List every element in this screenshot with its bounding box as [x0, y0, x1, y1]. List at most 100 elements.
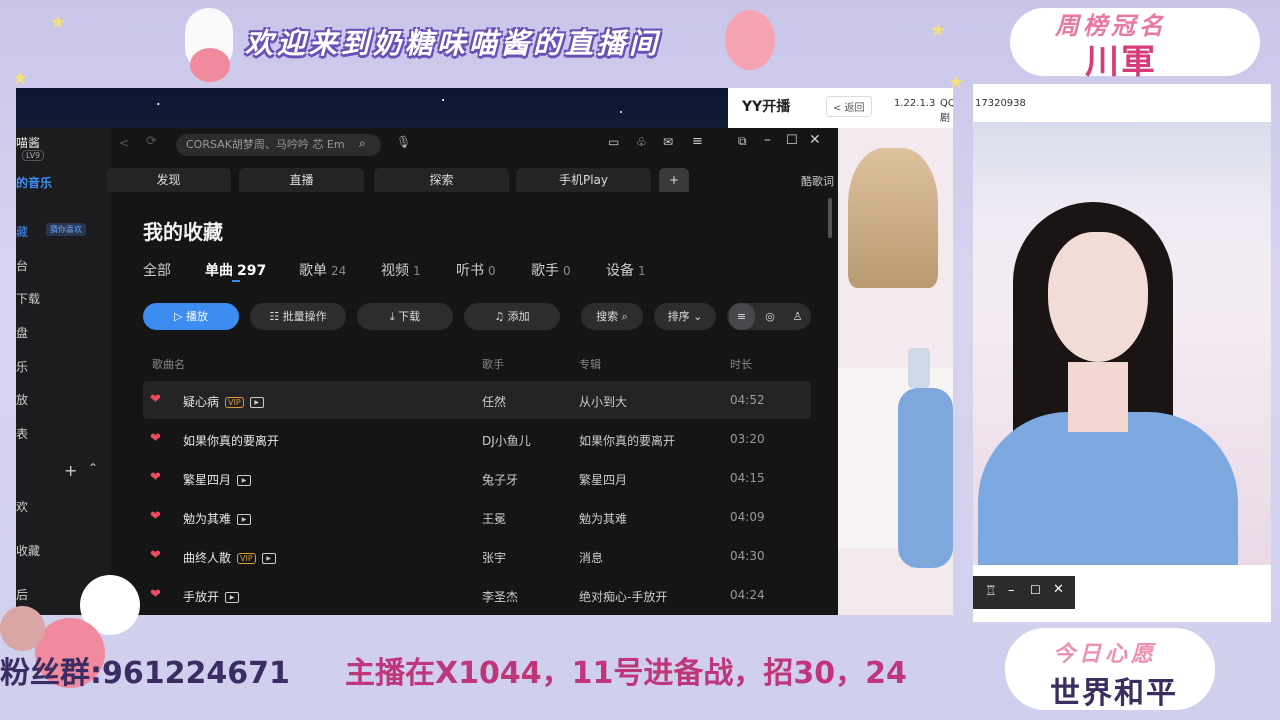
maximize-icon[interactable]: ☐ — [1030, 583, 1041, 597]
artist-view-icon[interactable]: ♙ — [786, 303, 810, 330]
voice-search-icon[interactable]: 🎙 — [396, 135, 411, 149]
batch-operation-button[interactable]: ☷ 批量操作 — [250, 303, 346, 330]
heart-icon[interactable]: ❤ — [150, 470, 161, 485]
play-all-button[interactable]: ▷ 播放 — [143, 303, 239, 330]
sidebar-item[interactable]: 台 — [16, 257, 28, 274]
minimize-icon[interactable]: – — [1008, 583, 1015, 598]
sidebar-my-music[interactable]: 的音乐 — [16, 174, 52, 191]
tab-phone-play[interactable]: 手机Play — [516, 168, 651, 192]
song-artist[interactable]: 兔子牙 — [482, 471, 518, 488]
sidebar-item[interactable]: 下载 — [16, 290, 40, 307]
subtab-songs[interactable]: 单曲 297 — [205, 260, 266, 280]
search-icon[interactable]: ⌕ — [359, 136, 366, 151]
scrollbar[interactable] — [828, 198, 832, 238]
daily-wish-label: 今日心愿 — [1053, 641, 1158, 667]
heart-icon[interactable]: ❤ — [150, 509, 161, 524]
mini-mode-icon[interactable]: ⧉ — [738, 134, 747, 149]
column-album[interactable]: 专辑 — [579, 356, 601, 372]
heart-icon[interactable]: ❤ — [150, 392, 161, 407]
column-duration[interactable]: 时长 — [730, 356, 752, 372]
refresh-icon[interactable]: ⟳ — [146, 134, 157, 149]
yy-preview — [838, 128, 953, 615]
yy-back-button[interactable]: < 返回 — [826, 96, 872, 117]
table-row[interactable]: ❤ 曲终人散 VIP ▶ 张宇 消息 04:30 — [143, 537, 811, 575]
subtab-devices[interactable]: 设备 1 — [606, 260, 646, 280]
add-playlist-icon[interactable]: + — [64, 461, 77, 480]
mail-icon[interactable]: ✉ — [663, 135, 673, 149]
mv-icon[interactable]: ▶ — [237, 514, 252, 525]
subtab-videos[interactable]: 视频 1 — [381, 260, 421, 280]
add-tab-icon[interactable]: + — [659, 168, 689, 192]
strawberry-decoration — [725, 10, 775, 70]
heart-icon[interactable]: ❤ — [150, 587, 161, 602]
play-icon: ▷ — [174, 310, 186, 323]
list-check-icon: ☷ — [269, 310, 283, 323]
sidebar-item[interactable]: 欢 — [16, 498, 28, 515]
table-row[interactable]: ❤ 如果你真的要离开 DJ小鱼儿 如果你真的要离开 03:20 — [143, 420, 811, 458]
menu-icon[interactable]: ≡ — [692, 134, 703, 149]
column-title[interactable]: 歌曲名 — [152, 356, 185, 372]
table-row[interactable]: ❤ 繁星四月 ▶ 兔子牙 繁星四月 04:15 — [143, 459, 811, 497]
yy-version: 1.22.1.3 — [894, 98, 936, 109]
sidebar-recommend-badge[interactable]: 猜你喜欢 — [46, 223, 86, 236]
table-row[interactable]: ❤ 手放开 ▶ 李圣杰 绝对痴心-手放开 04:24 — [143, 576, 811, 614]
close-icon[interactable]: ✕ — [809, 132, 821, 148]
song-duration: 04:15 — [730, 471, 765, 485]
list-view-icon[interactable]: ≡ — [728, 303, 755, 330]
collapse-icon[interactable]: ⌃ — [88, 461, 98, 475]
yy-panel-header: YY开播 < 返回 1.22.1.3 QQ剧 — [728, 88, 953, 128]
search-songs-button[interactable]: 搜索 ⌕ — [581, 303, 643, 330]
song-artist[interactable]: 任然 — [482, 393, 506, 410]
tab-live[interactable]: 直播 — [239, 168, 364, 192]
lyrics-button[interactable]: 酷歌词 — [801, 173, 834, 189]
mv-icon[interactable]: ▶ — [249, 397, 264, 408]
sidebar-item[interactable]: 表 — [16, 425, 28, 442]
search-input[interactable]: CORSAK胡梦周、马吟吟 芯 Em — [176, 134, 381, 156]
song-album[interactable]: 繁星四月 — [579, 471, 627, 488]
star-decoration: ★ — [50, 12, 67, 33]
subtab-playlists[interactable]: 歌单 24 — [299, 260, 346, 280]
song-album[interactable]: 如果你真的要离开 — [579, 432, 675, 449]
sidebar-item[interactable]: 后 — [16, 586, 28, 603]
maximize-icon[interactable]: ☐ — [786, 133, 798, 148]
subtab-audiobooks[interactable]: 听书 0 — [456, 260, 496, 280]
add-button[interactable]: ♫ 添加 — [464, 303, 560, 330]
song-album[interactable]: 勉为其难 — [579, 510, 627, 527]
song-album[interactable]: 消息 — [579, 549, 603, 566]
song-title: 疑心病 — [183, 395, 220, 409]
minimize-icon[interactable]: – — [764, 132, 771, 148]
monitor-icon[interactable]: ▭ — [608, 135, 619, 149]
sidebar-item[interactable]: 放 — [16, 391, 28, 408]
mv-icon[interactable]: ▶ — [225, 592, 240, 603]
song-album[interactable]: 从小到大 — [579, 393, 627, 410]
tab-explore[interactable]: 探索 — [374, 168, 509, 192]
sidebar-item[interactable]: 乐 — [16, 358, 28, 375]
close-icon[interactable]: ✕ — [1053, 582, 1064, 597]
song-artist[interactable]: 张宇 — [482, 549, 506, 566]
column-artist[interactable]: 歌手 — [482, 356, 504, 372]
song-artist[interactable]: 王冕 — [482, 510, 506, 527]
song-artist[interactable]: 李圣杰 — [482, 588, 518, 605]
table-row[interactable]: ❤ 勉为其难 ▶ 王冕 勉为其难 04:09 — [143, 498, 811, 536]
heart-icon[interactable]: ❤ — [150, 431, 161, 446]
tab-discover[interactable]: 发现 — [106, 168, 231, 192]
song-album[interactable]: 绝对痴心-手放开 — [579, 588, 667, 605]
circle-view-icon[interactable]: ◎ — [758, 303, 782, 330]
user-level-badge: LV9 — [22, 150, 45, 161]
back-arrow-icon[interactable]: < — [119, 136, 129, 150]
shirt-icon[interactable]: ♖ — [985, 584, 997, 599]
sidebar-item[interactable]: 盘 — [16, 324, 28, 341]
sidebar-item[interactable]: 藏 — [16, 223, 28, 240]
mv-icon[interactable]: ▶ — [261, 553, 276, 564]
sidebar-item[interactable]: 收藏 — [16, 542, 40, 559]
song-artist[interactable]: DJ小鱼儿 — [482, 432, 531, 449]
table-row[interactable]: ❤ 疑心病 VIP ▶ 任然 从小到大 04:52 — [143, 381, 811, 419]
sort-button[interactable]: 排序 ⌄ — [654, 303, 716, 330]
subtab-artists[interactable]: 歌手 0 — [531, 260, 571, 280]
subtab-all[interactable]: 全部 — [143, 260, 171, 280]
mv-icon[interactable]: ▶ — [237, 475, 252, 486]
screen-capture: YY开播 < 返回 1.22.1.3 QQ剧 喵酱 LV9 的音乐 藏 猜你喜欢… — [16, 88, 953, 615]
skin-icon[interactable]: ♧ — [636, 135, 647, 149]
download-button[interactable]: ⤓ 下载 — [357, 303, 453, 330]
heart-icon[interactable]: ❤ — [150, 548, 161, 563]
